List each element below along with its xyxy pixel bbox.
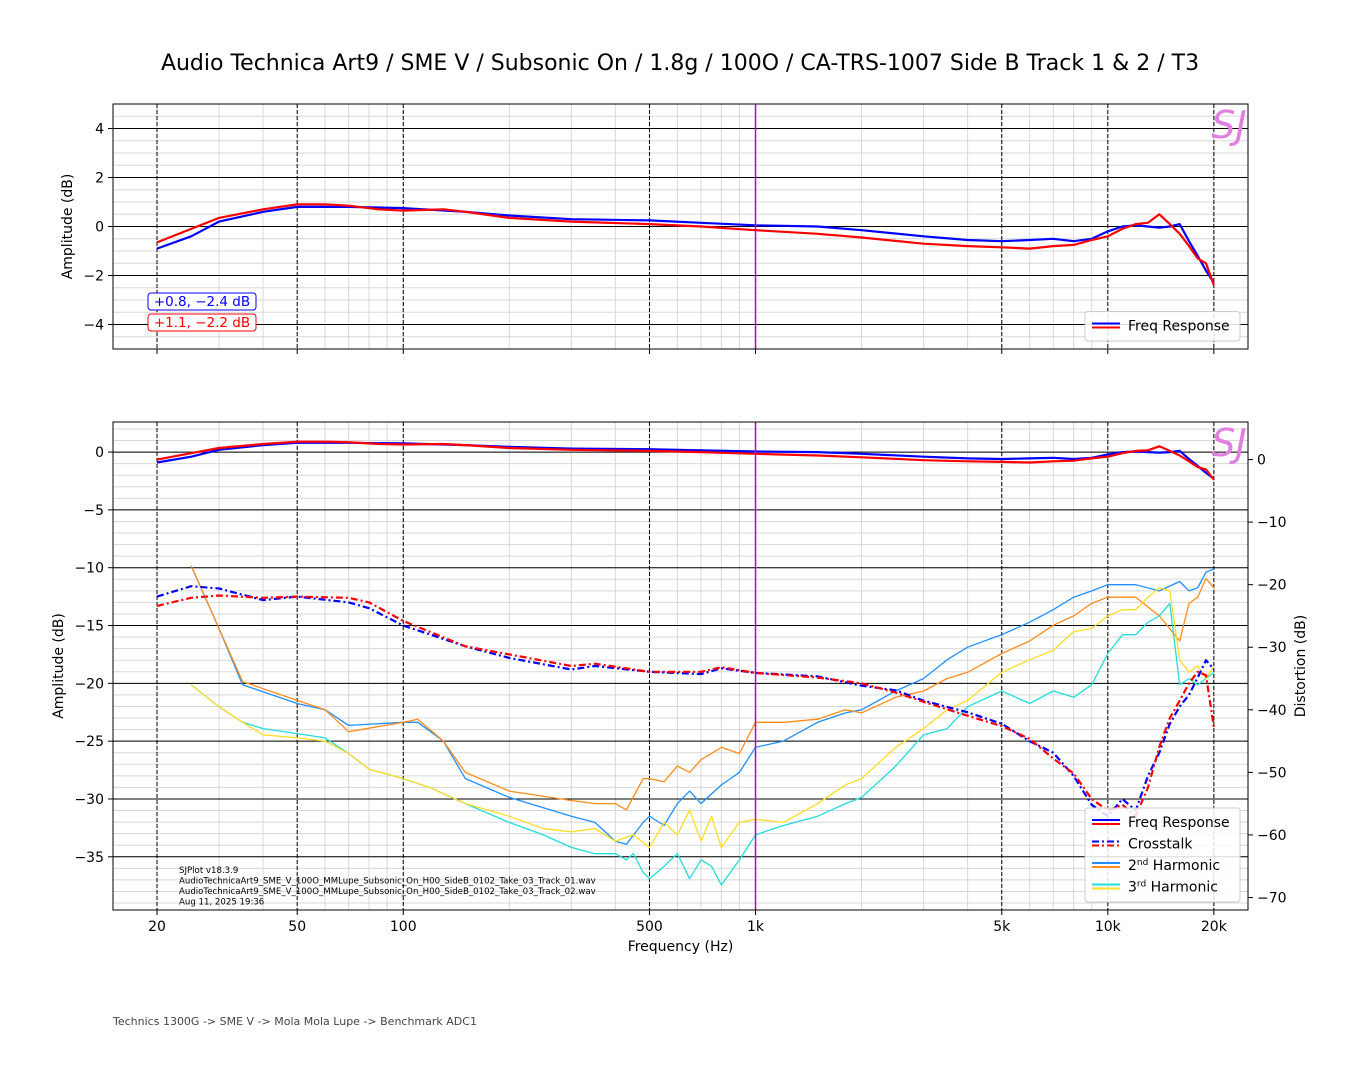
y2-tick-label: −30	[1257, 640, 1287, 656]
2nd-harmonic-left-line	[190, 565, 1215, 845]
y2-tick-label: −50	[1257, 765, 1287, 781]
legend-label: Crosstalk	[1128, 837, 1193, 853]
info-line: AudioTechnicaArt9_SME_V_100O_MMLupe_Subs…	[179, 877, 596, 887]
y-tick-label: 2	[95, 171, 104, 187]
x-tick-label: 100	[390, 919, 417, 935]
lower-series	[156, 440, 1215, 886]
x-tick-label: 10k	[1095, 919, 1122, 935]
freq-response-right-line	[156, 440, 1215, 481]
lower-panel: 0 −5 −10 −15 −20 −25 −30 −35 0 −10 −20 −30 −40 −50 −6…	[51, 421, 1309, 955]
lower-plot-frame	[112, 421, 1249, 911]
y2-tick-label: −70	[1257, 890, 1287, 906]
lower-legend: Freq ResponseCrosstalk2nd Harmonic3rd Ha…	[1084, 807, 1241, 903]
chart-title: Audio Technica Art9 / SME V / Subsonic O…	[161, 51, 1199, 76]
upper-y-axis-label: Amplitude (dB)	[60, 174, 76, 280]
signal-chain-footer: Technics 1300G -> SME V -> Mola Mola Lup…	[112, 1015, 477, 1028]
lower-y2-axis-label: Distortion (dB)	[1293, 615, 1309, 717]
lower-y-ticks: 0 −5 −10 −15 −20 −25 −30 −35	[74, 445, 113, 866]
y-tick-label: 0	[95, 445, 104, 461]
crosstalk-left-line	[156, 585, 1215, 818]
upper-x-ticks	[156, 349, 1215, 354]
y-tick-label: 0	[95, 220, 104, 236]
x-tick-label: 50	[288, 919, 306, 935]
upper-y-ticks: 4 2 0 −2 −4	[83, 122, 113, 334]
y-tick-label: −35	[74, 850, 104, 866]
lower-x-ticks: 20 50 100 500 1k 5k 10k 20k	[148, 910, 1228, 935]
y-tick-label: −5	[83, 503, 104, 519]
y2-tick-label: −60	[1257, 828, 1287, 844]
lower-y2-ticks: 0 −10 −20 −30 −40 −50 −60 −70	[1248, 453, 1287, 906]
upper-watermark: SJ	[1211, 103, 1246, 147]
y2-tick-label: −10	[1257, 515, 1287, 531]
y2-tick-label: −40	[1257, 703, 1287, 719]
y-tick-label: −20	[74, 676, 104, 692]
upper-legend: Freq Response	[1084, 311, 1241, 342]
info-line: AudioTechnicaArt9_SME_V_100O_MMLupe_Subs…	[179, 887, 596, 897]
y2-tick-label: 0	[1257, 453, 1266, 469]
info-line: SJPlot v18.3.9	[179, 866, 238, 876]
upper-panel: 4 2 0 −2 −4 Amplitude (dB) SJ +0.8, −2.4 dB +…	[60, 103, 1249, 354]
x-axis-label: Frequency (Hz)	[628, 939, 734, 955]
freq-response-right-line	[156, 203, 1215, 286]
legend-label: Freq Response	[1128, 319, 1230, 335]
x-tick-label: 20	[148, 919, 166, 935]
lower-y-axis-label: Amplitude (dB)	[51, 613, 67, 719]
legend-label: Freq Response	[1128, 815, 1230, 831]
level-annotation-text: +0.8, −2.4 dB	[154, 294, 250, 310]
x-tick-label: 500	[636, 919, 663, 935]
level-annotation-text: +1.1, −2.2 dB	[154, 315, 250, 331]
x-tick-label: 1k	[747, 919, 765, 935]
y-tick-label: −4	[83, 318, 104, 334]
y-tick-label: −25	[74, 734, 104, 750]
figure-canvas: Audio Technica Art9 / SME V / Subsonic O…	[51, 51, 1309, 1028]
y-tick-label: −2	[83, 269, 104, 285]
x-tick-label: 5k	[993, 919, 1011, 935]
y-tick-label: −15	[74, 619, 104, 635]
info-line: Aug 11, 2025 19:36	[179, 898, 264, 908]
lower-gridlines	[113, 422, 1248, 910]
3rd-harmonic-left-line	[190, 602, 1215, 886]
y-tick-label: −10	[74, 561, 104, 577]
y-tick-label: 4	[95, 122, 104, 138]
upper-series	[156, 203, 1215, 286]
y2-tick-label: −20	[1257, 578, 1287, 594]
y-tick-label: −30	[74, 792, 104, 808]
x-tick-label: 20k	[1201, 919, 1228, 935]
lower-watermark: SJ	[1211, 421, 1246, 465]
